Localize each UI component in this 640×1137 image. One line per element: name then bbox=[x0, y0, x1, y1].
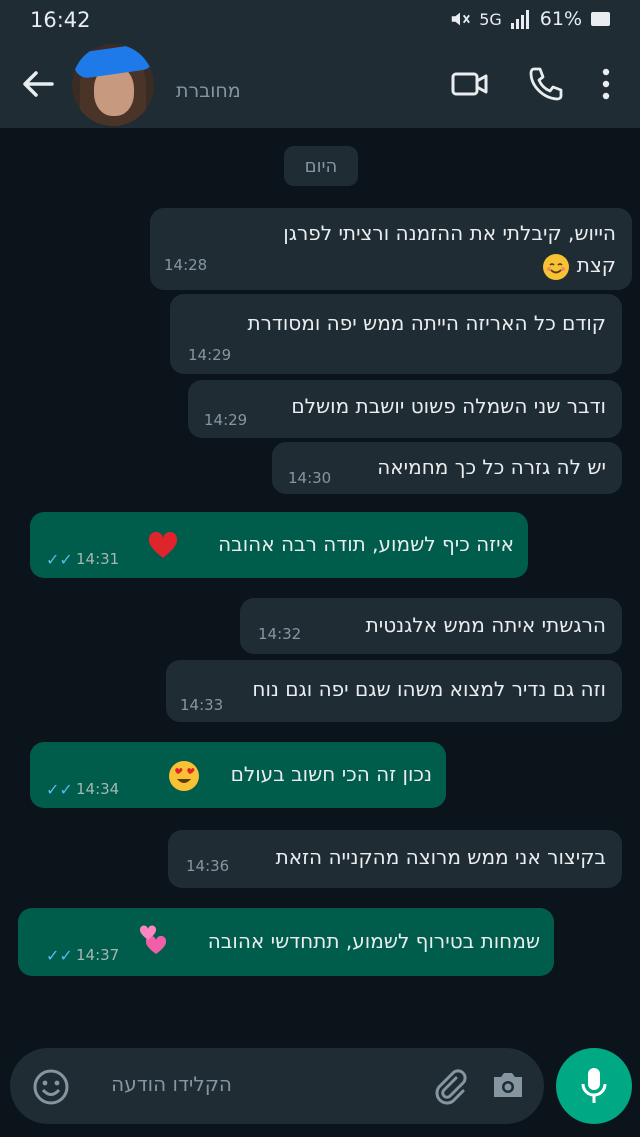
message-bubble[interactable]: יש לה גזרה כל כך מחמיאה 14:30 bbox=[272, 442, 622, 494]
network-type: 5G bbox=[479, 9, 502, 29]
signal-icon bbox=[510, 10, 529, 29]
microphone-icon bbox=[581, 1068, 607, 1103]
message-bubble[interactable]: הרגשתי איתה ממש אלגנטית 14:32 bbox=[240, 598, 622, 654]
battery-icon bbox=[591, 12, 610, 26]
message-text: ודבר שני השמלה פשוט יושבת מושלם bbox=[291, 394, 606, 418]
status-bar: 16:42 5G 61% bbox=[0, 0, 640, 42]
two-hearts-emoji-icon bbox=[139, 925, 167, 954]
message-time: 14:33 bbox=[180, 696, 224, 714]
message-time: 14:31 bbox=[76, 550, 120, 568]
message-bubble[interactable]: ודבר שני השמלה פשוט יושבת מושלם 14:29 bbox=[188, 380, 622, 438]
emoji-icon[interactable] bbox=[32, 1068, 70, 1106]
message-input[interactable]: הקלידו הודעה bbox=[111, 1072, 232, 1096]
message-composer[interactable]: הקלידו הודעה bbox=[10, 1048, 544, 1124]
message-time: 14:34 bbox=[76, 780, 120, 798]
read-receipt-icon: ✓✓ bbox=[46, 780, 73, 799]
read-receipt-icon: ✓✓ bbox=[46, 946, 73, 965]
message-time: 14:32 bbox=[258, 625, 302, 643]
message-time: 14:30 bbox=[288, 469, 332, 487]
red-heart-emoji-icon bbox=[148, 532, 178, 558]
message-time: 14:28 bbox=[164, 256, 208, 274]
arrow-left-icon[interactable] bbox=[18, 64, 58, 104]
message-text: קודם כל האריזה הייתה ממש יפה ומסודרת bbox=[247, 311, 606, 335]
message-bubble[interactable]: קודם כל האריזה הייתה ממש יפה ומסודרת 14:… bbox=[170, 294, 622, 374]
heart-eyes-emoji-icon bbox=[169, 761, 199, 791]
message-text: נכון זה הכי חשוב בעולם bbox=[230, 762, 432, 786]
avatar[interactable] bbox=[72, 44, 154, 126]
message-text: שמחות בטירוף לשמוע, תתחדשי אהובה bbox=[207, 929, 540, 953]
paperclip-icon[interactable] bbox=[430, 1066, 470, 1106]
message-time: 14:36 bbox=[186, 857, 230, 875]
message-bubble[interactable]: וזה גם נדיר למצוא משהו שגם יפה וגם נוח 1… bbox=[166, 660, 622, 722]
video-call-icon[interactable] bbox=[450, 64, 490, 104]
contact-status: מחוברת bbox=[176, 80, 241, 102]
message-time: 14:29 bbox=[188, 346, 232, 364]
message-text: בקיצור אני ממש מרוצה מהקנייה הזאת bbox=[275, 845, 606, 869]
message-time: 14:37 bbox=[76, 946, 120, 964]
message-bubble[interactable]: בקיצור אני ממש מרוצה מהקנייה הזאת 14:36 bbox=[168, 830, 622, 888]
message-bubble[interactable]: שמחות בטירוף לשמוע, תתחדשי אהובה ✓✓ 14:3… bbox=[18, 908, 554, 976]
message-bubble[interactable]: איזה כיף לשמוע, תודה רבה אהובה ✓✓ 14:31 bbox=[30, 512, 528, 578]
message-time: 14:29 bbox=[204, 411, 248, 429]
blush-emoji-icon bbox=[543, 253, 570, 280]
battery-level: 61% bbox=[539, 8, 582, 30]
more-vert-icon[interactable] bbox=[596, 64, 616, 104]
chat-header: מחוברת bbox=[0, 42, 640, 128]
message-text: הייוש, קיבלתי את ההזמנה ורציתי לפרגן bbox=[283, 221, 616, 245]
read-receipt-icon: ✓✓ bbox=[46, 550, 73, 569]
phone-icon[interactable] bbox=[526, 64, 564, 104]
mute-icon bbox=[451, 12, 471, 26]
send-voice-button[interactable] bbox=[556, 1048, 632, 1124]
clock: 16:42 bbox=[30, 8, 91, 32]
camera-icon[interactable] bbox=[490, 1068, 526, 1102]
message-text: קצת bbox=[542, 250, 616, 281]
message-text: יש לה גזרה כל כך מחמיאה bbox=[377, 455, 606, 479]
date-chip: היום bbox=[284, 146, 358, 186]
message-bubble[interactable]: נכון זה הכי חשוב בעולם ✓✓ 14:34 bbox=[30, 742, 446, 808]
message-text: הרגשתי איתה ממש אלגנטית bbox=[365, 613, 606, 637]
status-icons: 5G 61% bbox=[449, 8, 612, 30]
message-text: איזה כיף לשמוע, תודה רבה אהובה bbox=[218, 532, 514, 556]
message-text: וזה גם נדיר למצוא משהו שגם יפה וגם נוח bbox=[252, 677, 606, 701]
message-bubble[interactable]: הייוש, קיבלתי את ההזמנה ורציתי לפרגן קצת… bbox=[150, 208, 632, 290]
